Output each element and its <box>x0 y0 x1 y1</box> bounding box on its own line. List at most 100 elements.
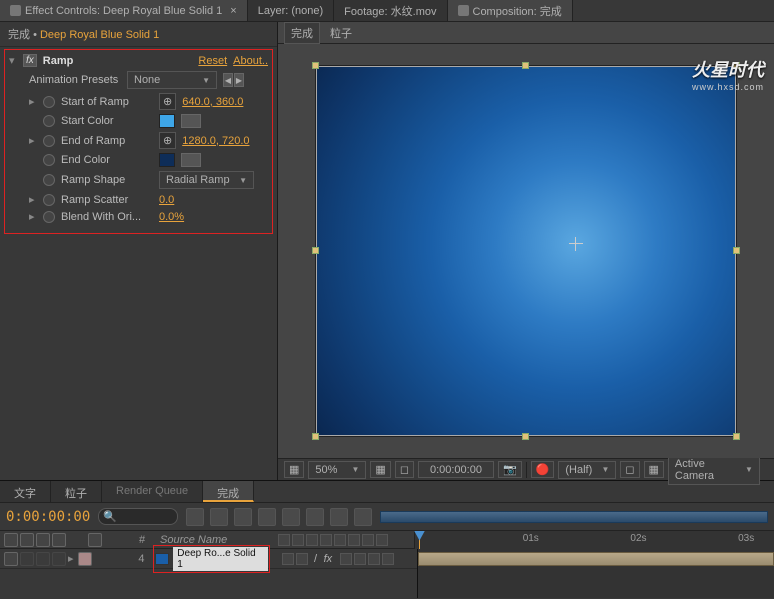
switch[interactable] <box>354 553 366 565</box>
switch[interactable] <box>368 553 380 565</box>
start-ramp-value[interactable]: 640.0, 360.0 <box>182 96 243 108</box>
search-input[interactable]: 🔍 <box>98 508 178 525</box>
expand-icon[interactable]: ▸ <box>29 210 37 223</box>
composition-viewer[interactable]: 火星时代 www.hxsd.com <box>278 44 774 458</box>
switch-icon[interactable] <box>348 534 360 546</box>
transparency-grid-icon[interactable]: ▦ <box>644 461 664 478</box>
grid-icon[interactable]: ▦ <box>370 461 390 478</box>
switch-icon[interactable] <box>376 534 388 546</box>
switch-icon[interactable] <box>278 534 290 546</box>
switch[interactable] <box>340 553 352 565</box>
rendered-composition[interactable] <box>316 66 736 436</box>
prev-icon[interactable]: ◀ <box>223 73 233 87</box>
shy-icon[interactable] <box>234 508 252 526</box>
eyedropper-icon[interactable] <box>181 153 201 167</box>
transform-handle[interactable] <box>522 433 529 440</box>
ramp-shape-dropdown[interactable]: Radial Ramp▼ <box>159 171 254 189</box>
about-button[interactable]: About.. <box>233 55 268 67</box>
breadcrumb-layer[interactable]: Deep Royal Blue Solid 1 <box>40 29 159 41</box>
switch[interactable] <box>382 553 394 565</box>
timeline-track-area[interactable] <box>418 549 774 598</box>
position-picker-icon[interactable]: ⊕ <box>159 93 176 110</box>
position-picker-icon[interactable]: ⊕ <box>159 132 176 149</box>
stopwatch-icon[interactable] <box>43 115 55 127</box>
next-icon[interactable]: ▶ <box>234 73 244 87</box>
preset-dropdown[interactable]: None▼ <box>127 71 217 89</box>
mask-icon[interactable]: ◻ <box>395 461 414 478</box>
switch-icon[interactable] <box>320 534 332 546</box>
tab-done[interactable]: 完成 <box>203 481 254 502</box>
layer-row[interactable]: ▸ 4 Deep Ro...e Solid 1 /fx <box>0 549 417 569</box>
label-color[interactable] <box>78 552 92 566</box>
transform-handle[interactable] <box>522 62 529 69</box>
comp-btn-done[interactable]: 完成 <box>284 22 320 44</box>
stopwatch-icon[interactable] <box>43 96 55 108</box>
brainstorm-icon[interactable] <box>330 508 348 526</box>
motion-blur-icon[interactable] <box>282 508 300 526</box>
tab-layer[interactable]: Layer: (none) <box>248 0 334 21</box>
stopwatch-icon[interactable] <box>43 154 55 166</box>
time-ruler[interactable]: 01s 02s 03s <box>414 531 774 549</box>
expand-icon[interactable]: ▸ <box>29 95 37 108</box>
tab-footage[interactable]: Footage: 水纹.mov <box>334 0 447 21</box>
channel-icon[interactable]: 🔴 <box>531 461 555 478</box>
layer-duration-bar[interactable] <box>418 552 774 566</box>
tab-text[interactable]: 文字 <box>0 481 51 502</box>
resolution-dropdown[interactable]: (Half)▼ <box>558 461 616 479</box>
stopwatch-icon[interactable] <box>43 135 55 147</box>
frame-blend-icon[interactable] <box>258 508 276 526</box>
expand-icon[interactable]: ▸ <box>29 193 37 206</box>
roi-icon[interactable]: ◻ <box>620 461 639 478</box>
ramp-scatter-value[interactable]: 0.0 <box>159 194 174 206</box>
auto-keyframe-icon[interactable] <box>354 508 372 526</box>
switch-icon[interactable] <box>306 534 318 546</box>
tab-particles[interactable]: 粒子 <box>51 481 102 502</box>
video-toggle[interactable] <box>4 552 18 566</box>
switch-icon[interactable] <box>292 534 304 546</box>
switch[interactable] <box>296 553 308 565</box>
label-column-icon[interactable] <box>88 533 102 547</box>
switch-icon[interactable] <box>334 534 346 546</box>
layer-name[interactable]: Deep Ro...e Solid 1 <box>173 547 267 571</box>
graph-editor-icon[interactable] <box>306 508 324 526</box>
stopwatch-icon[interactable] <box>43 194 55 206</box>
reset-button[interactable]: Reset <box>198 55 227 67</box>
eyedropper-icon[interactable] <box>181 114 201 128</box>
lock-column-icon[interactable] <box>52 533 66 547</box>
comp-mini-flowchart-icon[interactable] <box>186 508 204 526</box>
expand-icon[interactable]: ▸ <box>68 552 76 565</box>
audio-column-icon[interactable] <box>20 533 34 547</box>
blend-value[interactable]: 0.0% <box>159 211 184 223</box>
solo-toggle[interactable] <box>36 552 50 566</box>
solo-column-icon[interactable] <box>36 533 50 547</box>
stopwatch-icon[interactable] <box>43 211 55 223</box>
transform-handle[interactable] <box>312 247 319 254</box>
stopwatch-icon[interactable] <box>43 174 55 186</box>
time-navigator[interactable] <box>380 503 768 531</box>
switch[interactable] <box>282 553 294 565</box>
expand-icon[interactable]: ▸ <box>29 134 37 147</box>
transform-handle[interactable] <box>733 247 740 254</box>
lock-toggle[interactable] <box>52 552 66 566</box>
timecode-display[interactable]: 0:00:00:00 <box>418 461 494 478</box>
transform-handle[interactable] <box>312 433 319 440</box>
snapshot-icon[interactable]: 📷 <box>498 461 522 478</box>
comp-btn-particles[interactable]: 粒子 <box>330 25 352 41</box>
end-ramp-value[interactable]: 1280.0, 720.0 <box>182 135 249 147</box>
collapse-toggle[interactable]: ▾ <box>9 54 17 67</box>
fx-badge-icon[interactable]: fx <box>23 54 37 67</box>
tab-composition[interactable]: Composition: 完成 <box>448 0 573 21</box>
view-dropdown[interactable]: Active Camera▼ <box>668 455 760 485</box>
transform-handle[interactable] <box>733 433 740 440</box>
effect-name[interactable]: Ramp <box>43 55 74 67</box>
tab-effect-controls[interactable]: Effect Controls: Deep Royal Blue Solid 1… <box>0 0 248 21</box>
breadcrumb-comp[interactable]: 完成 <box>8 29 30 41</box>
switch-icon[interactable] <box>362 534 374 546</box>
current-time[interactable]: 0:00:00:00 <box>6 509 90 525</box>
alpha-toggle-icon[interactable]: ▦ <box>284 461 304 478</box>
audio-toggle[interactable] <box>20 552 34 566</box>
zoom-dropdown[interactable]: 50%▼ <box>308 461 366 479</box>
draft-3d-icon[interactable] <box>210 508 228 526</box>
transform-handle[interactable] <box>733 62 740 69</box>
video-column-icon[interactable] <box>4 533 18 547</box>
